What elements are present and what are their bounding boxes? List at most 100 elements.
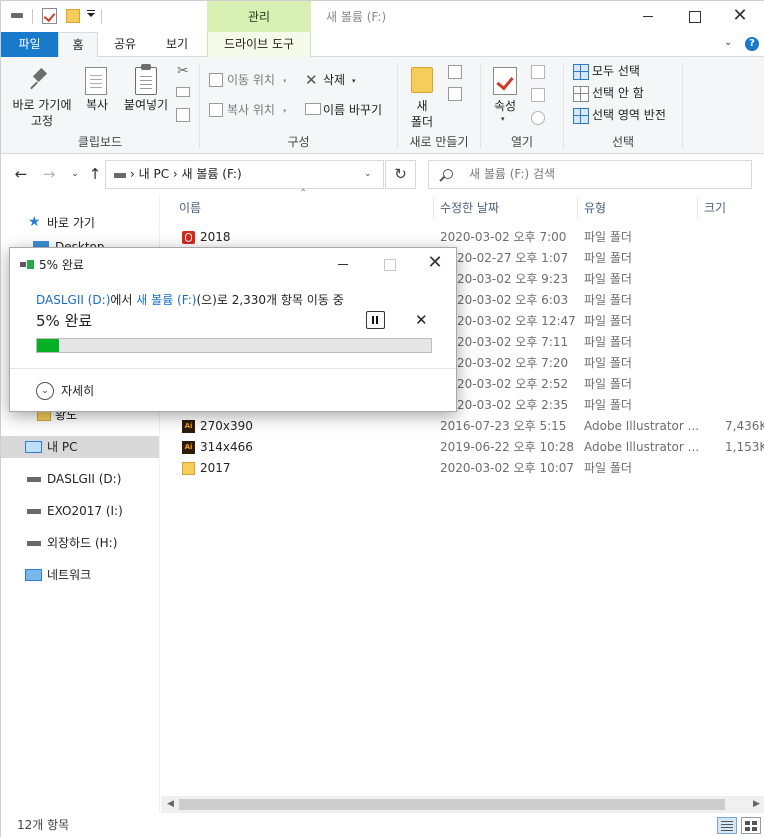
large-icons-view-button[interactable] — [741, 817, 761, 834]
edit-icon[interactable] — [531, 88, 545, 102]
nav-item-quick-access[interactable]: ★ 바로 가기 — [1, 212, 159, 234]
rename-button[interactable]: 이름 바꾸기 — [303, 101, 382, 119]
address-dropdown-icon[interactable]: ⌄ — [364, 161, 372, 188]
column-header-size[interactable]: 크기 — [704, 194, 726, 222]
column-header-type[interactable]: 유형 — [584, 194, 606, 222]
move-to-button[interactable]: 이동 위치 — [207, 71, 275, 89]
ribbon-collapse-icon[interactable]: ⌄ — [724, 37, 732, 48]
new-folder-icon — [411, 67, 433, 93]
properties-button[interactable]: 속성 — [485, 98, 525, 114]
dialog-divider — [10, 368, 456, 369]
properties-dropdown-icon[interactable]: ▾ — [501, 115, 505, 123]
source-drive-link[interactable]: DASLGII (D:) — [36, 293, 110, 307]
column-header-modified[interactable]: 수정한 날짜 — [440, 194, 499, 222]
nav-item-drive-d[interactable]: DASLGII (D:) — [1, 468, 159, 490]
invert-selection-button[interactable]: 선택 영역 반전 — [572, 106, 666, 124]
nav-item-this-pc[interactable]: 내 PC — [1, 436, 159, 458]
open-icon[interactable] — [531, 65, 545, 79]
customize-quick-access-icon[interactable] — [87, 13, 95, 17]
new-folder-button[interactable]: 새 폴더 — [403, 98, 441, 130]
select-all-button[interactable]: 모두 선택 — [572, 62, 640, 80]
column-divider[interactable] — [577, 198, 578, 218]
nav-item-label: 내 PC — [47, 440, 78, 454]
move-progress-dialog: 5% 완료 ✕ DASLGII (D:)에서 새 볼륨 (F:)(으)로 2,3… — [9, 247, 457, 412]
paste-shortcut-icon[interactable] — [176, 108, 190, 122]
properties-quick-icon[interactable] — [42, 8, 57, 24]
nav-item-label: DASLGII (D:) — [47, 472, 122, 486]
delete-dropdown-icon[interactable]: ▾ — [352, 77, 356, 85]
refresh-button[interactable]: ↻ — [385, 160, 416, 189]
details-view-button[interactable] — [717, 817, 737, 834]
nav-item-drive-h[interactable]: 외장하드 (H:) — [1, 532, 159, 554]
transfer-description: DASLGII (D:)에서 새 볼륨 (F:)(으)로 2,330개 항목 이… — [36, 291, 344, 308]
tab-view[interactable]: 보기 — [155, 32, 199, 57]
paste-button[interactable]: 붙여넣기 — [119, 97, 173, 113]
dialog-title: 5% 완료 — [39, 258, 84, 272]
minimize-button[interactable] — [625, 1, 671, 33]
tab-share[interactable]: 공유 — [103, 32, 147, 57]
drive-icon — [27, 509, 41, 514]
cancel-transfer-button[interactable]: ✕ — [415, 310, 428, 330]
search-input[interactable]: 새 볼륨 (F:) 검색 — [469, 161, 555, 188]
history-icon[interactable] — [531, 111, 545, 125]
move-to-dropdown-icon[interactable]: ▾ — [283, 77, 287, 85]
dialog-minimize-button[interactable] — [320, 248, 366, 280]
file-modified: 2020-03-02 오후 7:00 — [440, 230, 567, 244]
table-row[interactable]: Ai 270x390 2016-07-23 오후 5:15 Adobe Illu… — [177, 416, 764, 437]
scroll-right-icon[interactable]: ▶ — [753, 796, 760, 813]
select-none-button[interactable]: 선택 안 함 — [572, 84, 644, 102]
file-name: 314x466 — [200, 440, 253, 454]
copy-to-button[interactable]: 복사 위치 — [207, 101, 275, 119]
quick-access-divider — [101, 9, 102, 24]
tab-file[interactable]: 파일 — [1, 32, 58, 57]
nav-item-drive-i[interactable]: EXO2017 (I:) — [1, 500, 159, 522]
copy-button[interactable]: 복사 — [79, 97, 115, 113]
file-name: 2018 — [200, 230, 231, 244]
new-item-icon[interactable] — [448, 65, 462, 79]
pause-button[interactable] — [366, 311, 385, 329]
nav-item-label: 바로 가기 — [47, 216, 95, 230]
breadcrumb[interactable]: › 내 PC › 새 볼륨 (F:) — [130, 161, 242, 188]
up-button[interactable]: ↑ — [85, 164, 105, 184]
horizontal-scrollbar[interactable]: ◀ ▶ — [161, 796, 764, 813]
back-button[interactable]: ← — [11, 164, 31, 184]
table-row[interactable]: Ai 314x466 2019-06-22 오후 10:28 Adobe Ill… — [177, 437, 764, 458]
column-divider[interactable] — [697, 198, 698, 218]
column-header-name[interactable]: 이름 — [179, 194, 201, 222]
new-folder-quick-icon[interactable] — [66, 9, 80, 23]
delete-button[interactable]: 삭제 — [303, 71, 345, 89]
copy-to-dropdown-icon[interactable]: ▾ — [283, 107, 287, 115]
computer-icon — [25, 441, 42, 453]
cut-icon[interactable]: ✂ — [177, 64, 189, 78]
maximize-button[interactable] — [671, 1, 717, 33]
copy-path-icon[interactable] — [176, 87, 190, 97]
close-button[interactable]: ✕ — [717, 1, 763, 33]
column-divider[interactable] — [433, 198, 434, 218]
pin-to-quick-access-button[interactable]: 바로 가기에 고정 — [5, 97, 79, 129]
help-icon[interactable]: ? — [745, 37, 759, 51]
illustrator-file-icon: Ai — [182, 441, 195, 454]
file-modified: 2020-03-02 오후 10:07 — [440, 461, 575, 475]
forward-button[interactable]: → — [39, 164, 59, 184]
recent-locations-icon[interactable]: ⌄ — [65, 164, 85, 184]
scrollbar-thumb[interactable] — [179, 799, 725, 810]
search-icon — [443, 169, 453, 179]
easy-access-icon[interactable] — [448, 87, 462, 101]
copy-icon — [85, 67, 107, 95]
nav-item-network[interactable]: 네트워크 — [1, 564, 159, 586]
file-modified: 20-03-02 오후 12:47 — [457, 314, 576, 328]
scroll-left-icon[interactable]: ◀ — [167, 796, 174, 813]
customize-bar-icon — [87, 10, 95, 11]
address-bar[interactable]: › 내 PC › 새 볼륨 (F:) ⌄ — [105, 160, 384, 189]
tab-drive-tools[interactable]: 드라이브 도구 — [207, 32, 311, 57]
dialog-close-button[interactable]: ✕ — [412, 248, 458, 280]
explorer-window: 관리 새 볼륨 (F:) ✕ 파일 홈 공유 보기 드라이브 도구 ⌄ ? 바로… — [0, 0, 764, 837]
table-row[interactable]: 2018 2020-03-02 오후 7:00 파일 폴더 — [177, 227, 764, 248]
search-box[interactable]: 새 볼륨 (F:) 검색 — [428, 160, 752, 189]
table-row[interactable]: 2017 2020-03-02 오후 10:07 파일 폴더 — [177, 458, 764, 479]
destination-drive-link[interactable]: 새 볼륨 (F:) — [136, 293, 196, 307]
navigation-bar: ← → ⌄ ↑ › 내 PC › 새 볼륨 (F:) ⌄ ↻ 새 볼륨 (F:)… — [1, 154, 764, 194]
file-modified: 20-03-02 오후 7:11 — [457, 335, 569, 349]
tab-home[interactable]: 홈 — [58, 32, 98, 58]
from-text: 에서 — [110, 293, 137, 307]
